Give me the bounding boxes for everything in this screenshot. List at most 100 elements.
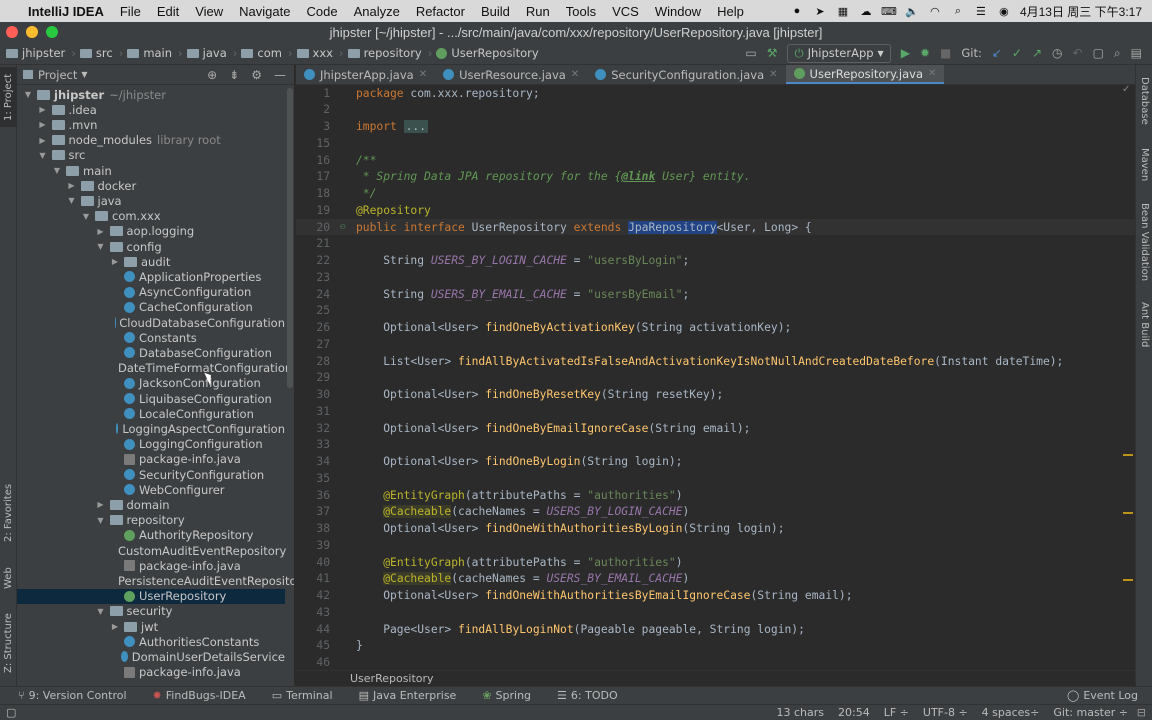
warning-marker[interactable] [1123, 512, 1133, 514]
code-text[interactable]: Optional<User> findOneWithAuthoritiesByL… [350, 522, 784, 535]
breadcrumb-item[interactable]: main [127, 46, 172, 60]
menu-tools[interactable]: Tools [558, 4, 604, 19]
code-text[interactable]: } [350, 639, 363, 652]
gear-icon[interactable]: ⚙ [251, 68, 262, 82]
control-center-icon[interactable]: ☰ [974, 5, 988, 18]
tree-item[interactable]: SecurityConfiguration [17, 467, 285, 482]
chevron-down-icon[interactable]: ▼ [96, 516, 106, 525]
tree-item[interactable]: ▶ .mvn [17, 117, 285, 132]
chevron-right-icon[interactable]: ▶ [96, 500, 106, 509]
line-number[interactable]: 24 [296, 288, 340, 301]
tree-item[interactable]: ▼ java [17, 193, 285, 208]
send-icon[interactable]: ➤ [813, 5, 827, 18]
close-tab-icon[interactable]: ✕ [928, 68, 936, 79]
breadcrumb-item[interactable]: java [186, 46, 227, 60]
inspection-icon[interactable]: ✓ [1122, 84, 1130, 95]
line-number[interactable]: 27 [296, 338, 340, 351]
collapse-all-icon[interactable]: ⇟ [229, 68, 239, 82]
code-line[interactable]: 32 Optional<User> findOneByEmailIgnoreCa… [296, 420, 1135, 436]
minimize-window-button[interactable] [26, 26, 38, 38]
siri-icon[interactable]: ◉ [997, 5, 1011, 18]
stop-icon[interactable]: ■ [940, 46, 951, 60]
code-line[interactable]: 18 */ [296, 186, 1135, 202]
editor-tab[interactable]: UserResource.java ✕ [435, 65, 587, 84]
line-number[interactable]: 33 [296, 438, 340, 451]
chevron-down-icon[interactable]: ▼ [81, 212, 91, 221]
code-line[interactable]: 26 Optional<User> findOneByActivationKey… [296, 320, 1135, 336]
breadcrumb-item[interactable]: jhipster [6, 46, 65, 60]
tree-item[interactable]: LoggingConfiguration [17, 437, 285, 452]
tab-database[interactable]: Database [1136, 71, 1152, 131]
code-text[interactable]: List<User> findAllByActivatedIsFalseAndA… [350, 355, 1063, 368]
code-line[interactable]: 40 @EntityGraph(attributePaths = "author… [296, 554, 1135, 570]
chevron-right-icon[interactable]: ▶ [110, 622, 120, 631]
search-icon[interactable]: ⌕ [951, 5, 965, 17]
zoom-window-button[interactable] [46, 26, 58, 38]
menu-help[interactable]: Help [709, 4, 752, 19]
project-structure-icon[interactable]: ▭ [745, 46, 756, 60]
git-branch[interactable]: Git: master ÷ [1053, 706, 1128, 719]
breadcrumb-item[interactable]: xxx [296, 46, 333, 60]
code-line[interactable]: 41 @Cacheable(cacheNames = USERS_BY_EMAI… [296, 571, 1135, 587]
chevron-down-icon[interactable]: ▼ [67, 196, 77, 205]
tree-item[interactable]: ▼ src [17, 148, 285, 163]
line-number[interactable]: 25 [296, 304, 340, 317]
locate-icon[interactable]: ⊕ [207, 68, 217, 82]
bottom-tool-terminal[interactable]: ▭ Terminal [264, 689, 341, 702]
line-number[interactable]: 32 [296, 422, 340, 435]
code-text[interactable]: package com.xxx.repository; [350, 87, 540, 100]
line-number[interactable]: 16 [296, 154, 340, 167]
code-line[interactable]: 17 * Spring Data JPA repository for the … [296, 169, 1135, 185]
chevron-right-icon[interactable]: ▶ [67, 181, 77, 190]
menu-app-name[interactable]: IntelliJ IDEA [14, 4, 112, 19]
tree-item[interactable]: DomainUserDetailsService [17, 649, 285, 664]
line-number[interactable]: 20 [296, 221, 340, 234]
menu-refactor[interactable]: Refactor [408, 4, 473, 19]
status-layout-icon[interactable]: ▢ [6, 706, 16, 719]
chevron-right-icon[interactable]: ▶ [110, 257, 120, 266]
code-text[interactable]: * Spring Data JPA repository for the {@l… [350, 170, 751, 183]
code-line[interactable]: 46 [296, 655, 1135, 671]
line-number[interactable]: 23 [296, 271, 340, 284]
code-line[interactable]: 33 [296, 437, 1135, 453]
breadcrumb-item[interactable]: repository [347, 46, 422, 60]
tab-web[interactable]: Web [0, 561, 17, 596]
tree-item[interactable]: JacksonConfiguration [17, 376, 285, 391]
code-line[interactable]: 29 [296, 370, 1135, 386]
close-tab-icon[interactable]: ✕ [419, 69, 427, 80]
tree-item[interactable]: ▶ aop.logging [17, 224, 285, 239]
caret-position[interactable]: 20:54 [838, 706, 870, 719]
git-update-icon[interactable]: ↙ [992, 46, 1002, 60]
chevron-down-icon[interactable]: ▼ [38, 151, 48, 160]
code-text[interactable]: @Repository [350, 204, 431, 217]
code-text[interactable]: @EntityGraph(attributePaths = "authoriti… [350, 489, 682, 502]
grid-icon[interactable]: ▦ [836, 5, 850, 18]
code-text[interactable]: public interface UserRepository extends … [350, 220, 812, 234]
code-text[interactable]: @EntityGraph(attributePaths = "authoriti… [350, 556, 682, 569]
warning-marker[interactable] [1123, 454, 1133, 456]
code-line[interactable]: 27 [296, 336, 1135, 352]
code-line[interactable]: 35 [296, 470, 1135, 486]
tree-item[interactable]: LocaleConfiguration [17, 406, 285, 421]
code-text[interactable]: Optional<User> findOneByResetKey(String … [350, 388, 723, 401]
menu-run[interactable]: Run [518, 4, 558, 19]
tree-item[interactable]: package-info.java [17, 452, 285, 467]
code-line[interactable]: 15 [296, 135, 1135, 151]
close-tab-icon[interactable]: ✕ [769, 69, 777, 80]
git-push-icon[interactable]: ↗ [1032, 46, 1042, 60]
line-number[interactable]: 2 [296, 103, 340, 116]
tab-bean-validation[interactable]: Bean Validation [1136, 201, 1152, 283]
tree-item[interactable]: package-info.java [17, 558, 285, 573]
code-line[interactable]: 1 package com.xxx.repository; [296, 85, 1135, 101]
menu-vcs[interactable]: VCS [604, 4, 647, 19]
tree-item[interactable]: ▶ .idea [17, 102, 285, 117]
code-line[interactable]: 44 Page<User> findAllByLoginNot(Pageable… [296, 621, 1135, 637]
git-commit-icon[interactable]: ✓ [1012, 46, 1022, 60]
code-line[interactable]: 38 Optional<User> findOneWithAuthorities… [296, 521, 1135, 537]
line-number[interactable]: 31 [296, 405, 340, 418]
event-log-button[interactable]: ◯ Event Log [1059, 689, 1152, 702]
tree-item[interactable]: AsyncConfiguration [17, 285, 285, 300]
tree-item[interactable]: ▼ main [17, 163, 285, 178]
code-text[interactable]: Optional<User> findOneByEmailIgnoreCase(… [350, 422, 750, 435]
menu-build[interactable]: Build [473, 4, 518, 19]
